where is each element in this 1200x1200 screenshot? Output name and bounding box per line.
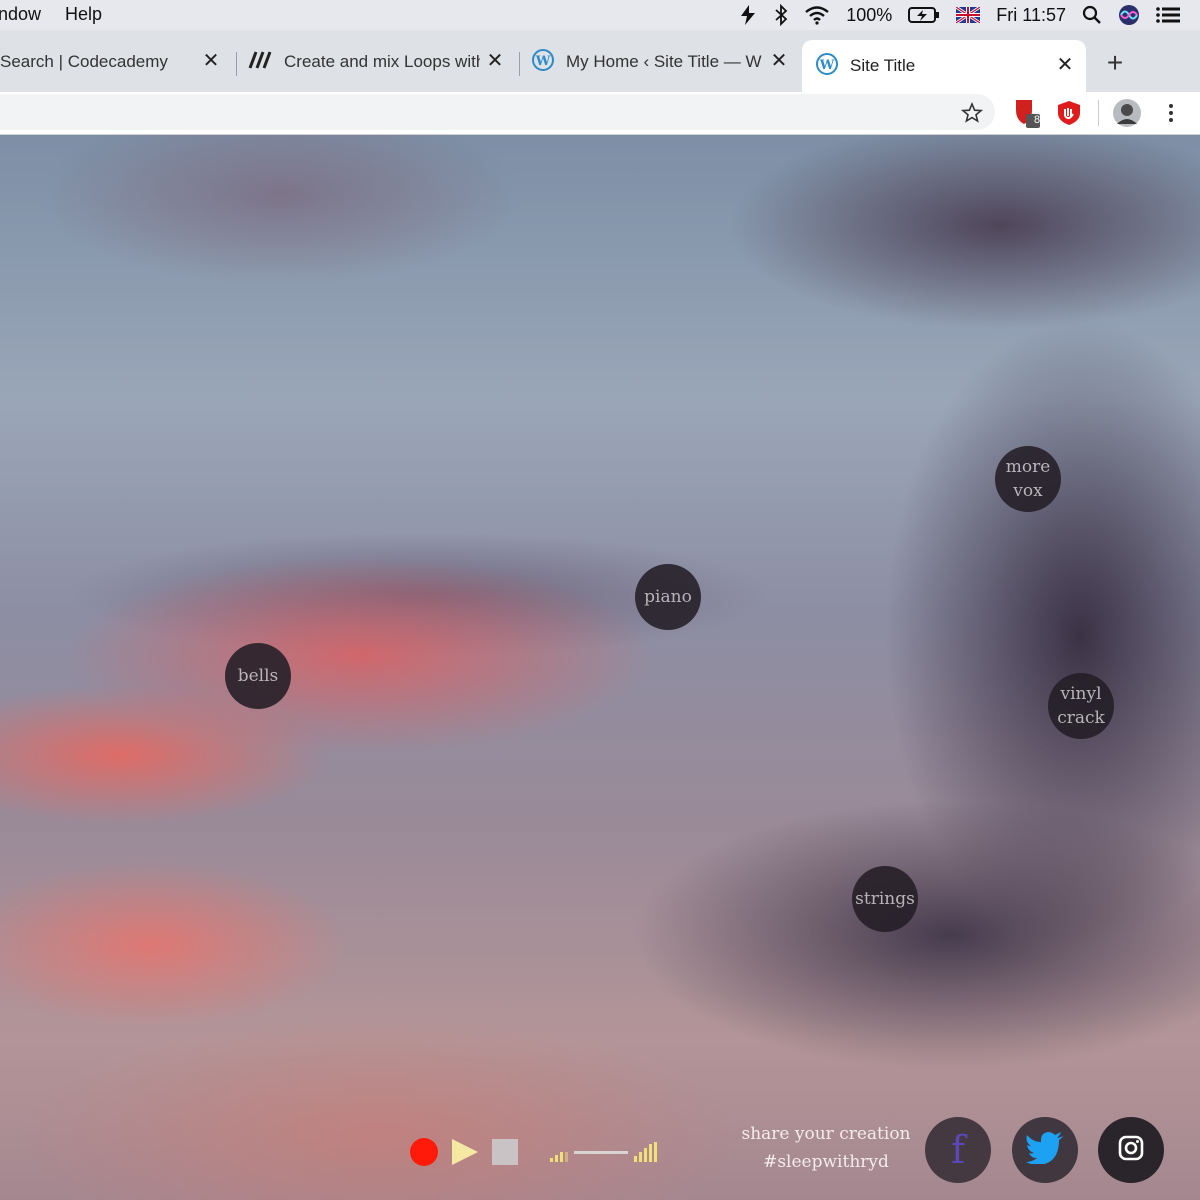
volume-slider[interactable] xyxy=(574,1150,628,1154)
twitter-icon xyxy=(1026,1131,1064,1169)
tab-title: Site Title xyxy=(850,56,916,75)
menu-window[interactable]: ndow xyxy=(0,4,41,25)
svg-text:W: W xyxy=(535,54,551,69)
sound-more-vox-button[interactable]: more vox xyxy=(995,446,1061,512)
bluetooth-icon[interactable] xyxy=(774,0,788,30)
sound-vinyl-crack-button[interactable]: vinyl crack xyxy=(1048,673,1114,739)
wordpress-icon: W xyxy=(816,52,840,80)
battery-charging-icon[interactable] xyxy=(908,0,940,30)
tab-title: My Home ‹ Site Title — W xyxy=(566,52,762,71)
tab-title: Search | Codecademy xyxy=(0,52,168,71)
sound-piano-button[interactable]: piano xyxy=(635,564,701,630)
tab-separator xyxy=(236,52,237,76)
notification-center-icon[interactable] xyxy=(1156,0,1180,30)
tab-my-home[interactable]: W My Home ‹ Site Title — W ✕ xyxy=(532,40,800,84)
sound-label: bells xyxy=(237,666,279,686)
tab-codecademy[interactable]: Search | Codecademy ✕ xyxy=(0,40,232,84)
close-icon[interactable]: ✕ xyxy=(484,50,506,72)
facebook-button[interactable]: f xyxy=(925,1117,991,1183)
wifi-icon[interactable] xyxy=(804,0,830,30)
loops-favicon-icon xyxy=(248,50,272,74)
new-tab-button[interactable]: + xyxy=(1102,49,1128,77)
toolbar-divider xyxy=(1098,100,1099,126)
sound-bells-button[interactable]: bells xyxy=(225,643,291,709)
uk-flag-icon[interactable] xyxy=(956,0,981,30)
bookmark-star-icon[interactable] xyxy=(955,96,989,130)
macos-menu-bar: ndow Help 100% Fri 11:57 xyxy=(0,0,1200,30)
facebook-icon: f xyxy=(950,1128,966,1172)
profile-avatar[interactable] xyxy=(1110,96,1144,130)
sound-label: more xyxy=(1005,457,1051,477)
sound-label: piano xyxy=(644,587,692,607)
wordpress-icon: W xyxy=(532,48,556,76)
ublock-extension-icon[interactable] xyxy=(1052,96,1086,130)
tab-loops[interactable]: Create and mix Loops with ✕ xyxy=(248,40,516,84)
spotlight-search-icon[interactable] xyxy=(1082,0,1102,30)
clock[interactable]: Fri 11:57 xyxy=(996,5,1066,26)
tab-separator xyxy=(519,52,520,76)
close-icon[interactable]: ✕ xyxy=(200,50,222,72)
share-hashtag: #sleepwithryd xyxy=(763,1152,889,1172)
playback-controls xyxy=(410,1132,657,1172)
svg-text:W: W xyxy=(819,58,835,73)
sound-label: strings xyxy=(855,889,915,909)
sound-label: vinyl xyxy=(1060,684,1102,704)
bolt-icon[interactable] xyxy=(738,0,758,30)
twitter-button[interactable] xyxy=(1012,1117,1078,1183)
siri-icon[interactable] xyxy=(1118,0,1140,30)
more-menu-icon[interactable] xyxy=(1154,96,1188,130)
stop-button[interactable] xyxy=(492,1139,518,1165)
battery-percent: 100% xyxy=(846,4,893,25)
sound-label: crack xyxy=(1057,708,1105,728)
sound-label: vox xyxy=(1013,481,1043,501)
browser-toolbar: 8 xyxy=(0,92,1200,135)
browser-tab-strip: Search | Codecademy ✕ Create and mix Loo… xyxy=(0,30,1200,92)
page-sky-background: more vox piano bells vinyl crack strings s… xyxy=(0,135,1200,1200)
adblock-extension-icon[interactable]: 8 xyxy=(1010,96,1044,130)
share-text: share your creation xyxy=(741,1124,911,1144)
sound-strings-button[interactable]: strings xyxy=(852,866,918,932)
extension-badge: 8 xyxy=(1033,114,1041,126)
address-bar[interactable] xyxy=(0,94,995,130)
play-button[interactable] xyxy=(452,1139,478,1165)
close-icon[interactable]: ✕ xyxy=(768,50,790,72)
share-prompt: share your creation #sleepwithryd xyxy=(730,1120,922,1176)
close-icon[interactable]: ✕ xyxy=(1054,54,1076,76)
tab-site-title[interactable]: W Site Title ✕ xyxy=(802,40,1086,92)
instagram-icon xyxy=(1118,1135,1144,1166)
volume-low-icon[interactable] xyxy=(550,1142,568,1162)
tab-title: Create and mix Loops with xyxy=(284,52,480,71)
record-button[interactable] xyxy=(410,1138,438,1166)
instagram-button[interactable] xyxy=(1098,1117,1164,1183)
menu-help[interactable]: Help xyxy=(65,4,102,25)
volume-high-icon[interactable] xyxy=(634,1142,657,1162)
